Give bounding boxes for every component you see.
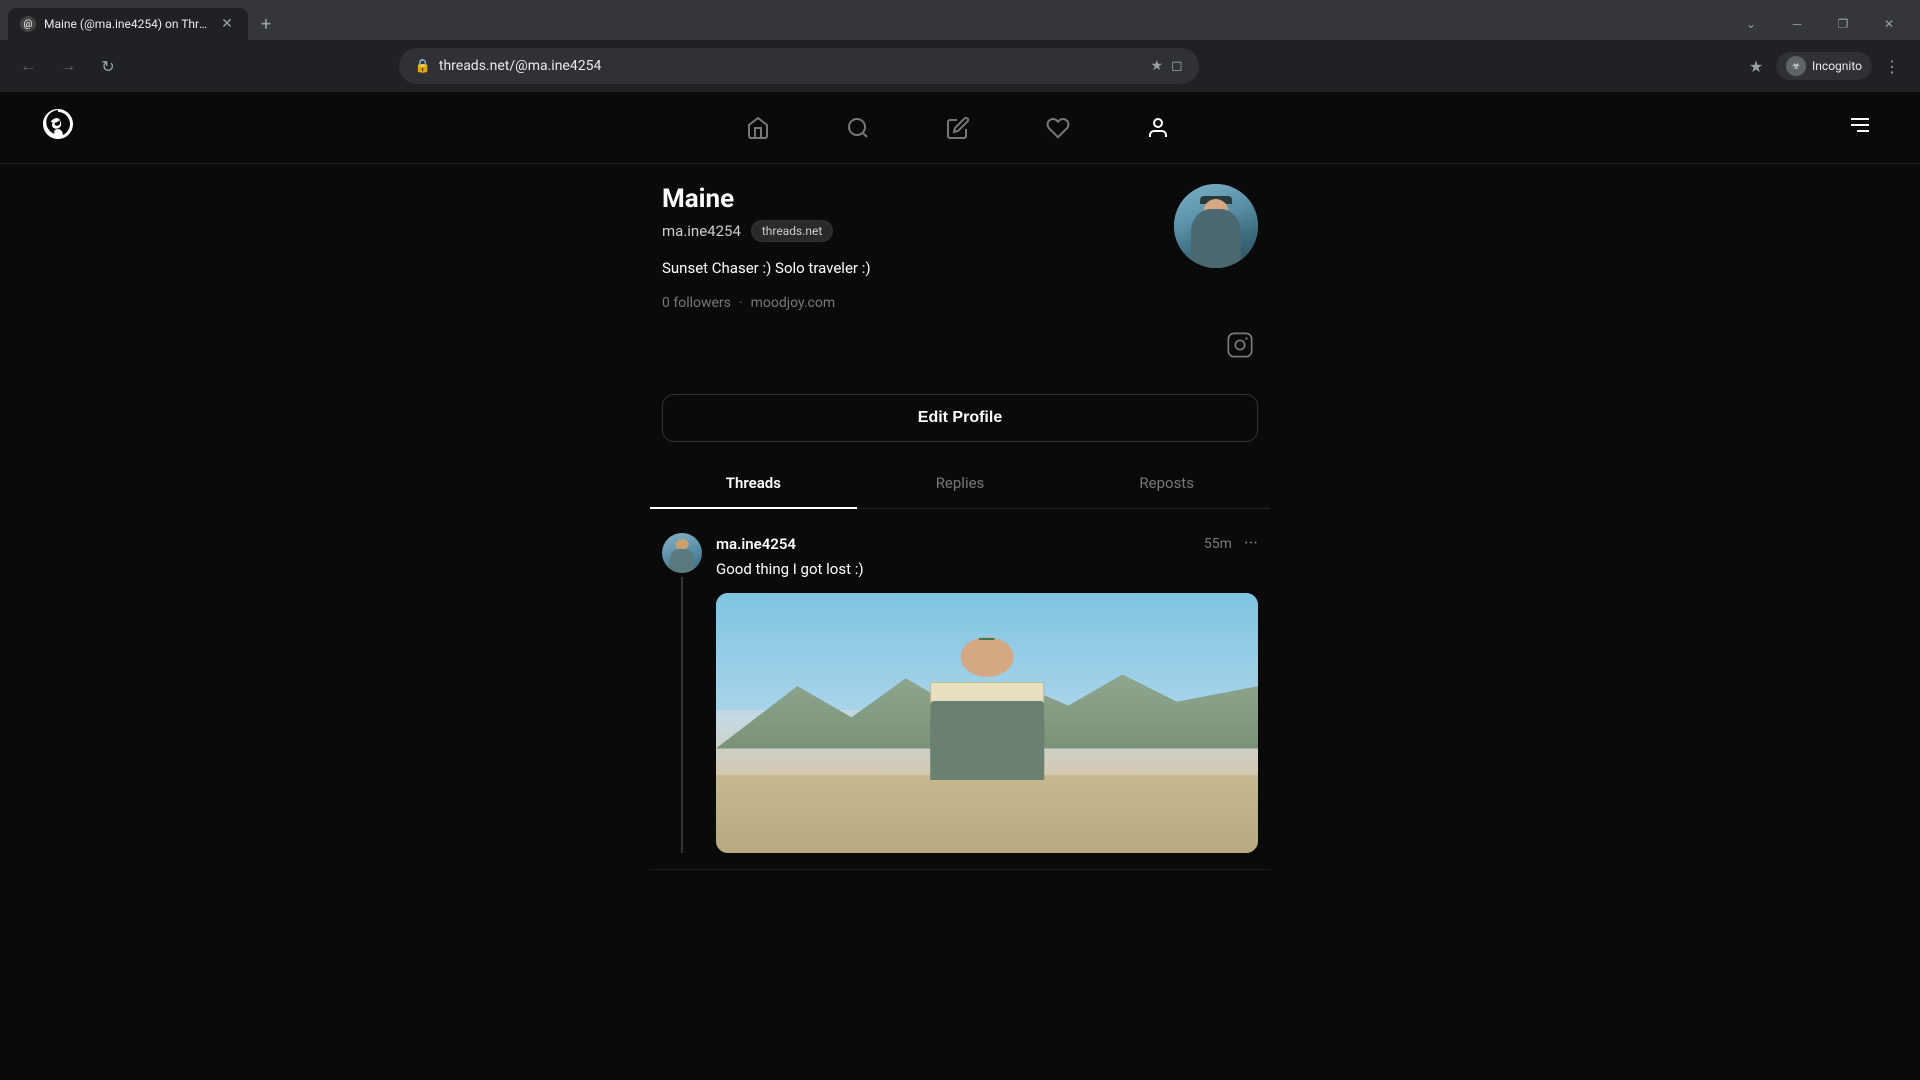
profile-meta: 0 followers · moodjoy.com (662, 295, 1174, 311)
tab-reposts[interactable]: Reposts (1063, 458, 1270, 508)
post-text: Good thing I got lost :) (716, 558, 1258, 581)
window-controls: ⌄ ─ ❐ ✕ (1728, 8, 1920, 40)
thread-line (681, 577, 683, 853)
post-image-person (892, 637, 1082, 780)
profile-link[interactable]: moodjoy.com (751, 295, 836, 311)
followers-count[interactable]: 0 followers (662, 295, 731, 311)
post-username[interactable]: ma.ine4254 (716, 535, 796, 553)
post-avatar-col (662, 533, 702, 853)
top-nav (0, 92, 1920, 164)
back-button[interactable]: ← (12, 50, 44, 82)
tab-threads[interactable]: Threads (650, 458, 857, 508)
nav-icons (738, 108, 1178, 148)
menu-icon[interactable] (1840, 105, 1880, 150)
edit-profile-section: Edit Profile (650, 378, 1270, 458)
nav-home-icon[interactable] (738, 108, 778, 148)
profile-container: Maine ma.ine4254 threads.net Sunset Chas… (650, 164, 1270, 1080)
toolbar-right: ★ ☣ Incognito ⋮ (1740, 50, 1908, 82)
tab-bar: @ Maine (@ma.ine4254) on Threads ✕ + ⌄ ─… (0, 0, 1920, 40)
post-image-ground (716, 775, 1258, 853)
incognito-icon: ☣ (1786, 56, 1806, 76)
avatar-image (1174, 184, 1258, 268)
nav-compose-icon[interactable] (938, 108, 978, 148)
profile-header: Maine ma.ine4254 threads.net Sunset Chas… (650, 184, 1270, 311)
post-header: ma.ine4254 55m ··· (716, 533, 1258, 554)
profile-info: Maine ma.ine4254 threads.net Sunset Chas… (662, 184, 1174, 311)
post-content: ma.ine4254 55m ··· Good thing I got lost… (716, 533, 1258, 853)
incognito-label: Incognito (1812, 59, 1862, 73)
profile-handle: ma.ine4254 (662, 222, 741, 240)
tab-favicon: @ (20, 16, 36, 32)
address-bar-row: ← → ↻ 🔒 threads.net/@ma.ine4254 ★ ◻ ★ ☣ … (0, 40, 1920, 92)
avatar-body (1191, 209, 1241, 268)
instagram-icon[interactable] (1222, 327, 1258, 370)
forward-button[interactable]: → (52, 50, 84, 82)
post-image-headband (979, 638, 995, 640)
nav-activity-icon[interactable] (1038, 108, 1078, 148)
bookmark-icon[interactable]: ★ (1150, 58, 1163, 74)
browser-tab[interactable]: @ Maine (@ma.ine4254) on Threads ✕ (8, 8, 248, 40)
main-content: Maine ma.ine4254 threads.net Sunset Chas… (0, 164, 1920, 1080)
nav-profile-icon[interactable] (1138, 108, 1178, 148)
threads-logo[interactable] (40, 106, 76, 150)
minimize-button[interactable]: ─ (1774, 8, 1820, 40)
browser-chrome: @ Maine (@ma.ine4254) on Threads ✕ + ⌄ ─… (0, 0, 1920, 92)
profile-bio: Sunset Chaser :) Solo traveler :) (662, 258, 1174, 279)
post-time: 55m (1204, 536, 1232, 552)
threads-app: Maine ma.ine4254 threads.net Sunset Chas… (0, 92, 1920, 1080)
restore-button[interactable]: ❐ (1820, 8, 1866, 40)
post-image[interactable] (716, 593, 1258, 853)
incognito-badge[interactable]: ☣ Incognito (1776, 52, 1872, 80)
profile-avatar[interactable] (1174, 184, 1258, 268)
close-button[interactable]: ✕ (1866, 8, 1912, 40)
post-avatar-body (670, 549, 694, 573)
chrome-menu-button[interactable]: ⋮ (1876, 50, 1908, 82)
new-tab-button[interactable]: + (252, 10, 280, 38)
post-image-person-head (960, 637, 1013, 677)
post-more-options[interactable]: ··· (1244, 533, 1258, 554)
social-links (650, 327, 1270, 378)
tab-replies[interactable]: Replies (857, 458, 1064, 508)
window-tab-list[interactable]: ⌄ (1728, 8, 1774, 40)
browser-extension-icon[interactable]: ◻ (1171, 58, 1183, 74)
url-text: threads.net/@ma.ine4254 (439, 58, 1143, 74)
edit-profile-button[interactable]: Edit Profile (662, 394, 1258, 442)
nav-search-icon[interactable] (838, 108, 878, 148)
bookmark-toolbar-icon[interactable]: ★ (1740, 50, 1772, 82)
reload-button[interactable]: ↻ (92, 50, 124, 82)
post-meta: 55m ··· (1204, 533, 1258, 554)
profile-tabs: Threads Replies Reposts (650, 458, 1270, 509)
post-avatar-image (662, 533, 702, 573)
tab-title: Maine (@ma.ine4254) on Threads (44, 17, 210, 31)
post-image-person-body (930, 701, 1044, 780)
profile-name: Maine (662, 184, 1174, 214)
post-avatar[interactable] (662, 533, 702, 573)
profile-handle-row: ma.ine4254 threads.net (662, 220, 1174, 242)
address-bar[interactable]: 🔒 threads.net/@ma.ine4254 ★ ◻ (399, 48, 1199, 84)
threads-badge[interactable]: threads.net (751, 220, 833, 242)
thread-post: ma.ine4254 55m ··· Good thing I got lost… (650, 517, 1270, 870)
tab-close-button[interactable]: ✕ (218, 15, 236, 33)
address-bar-icons: ★ ◻ (1150, 58, 1182, 74)
